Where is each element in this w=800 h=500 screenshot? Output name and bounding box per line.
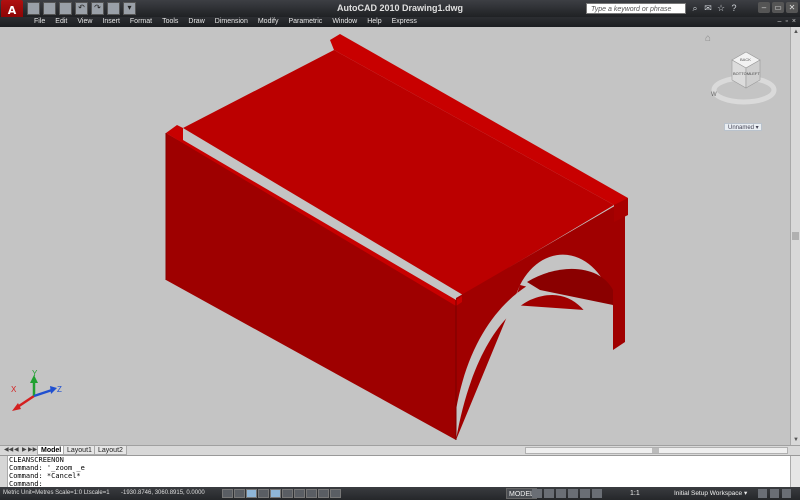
coordinates-readout[interactable]: -1930.8746, 3060.8915, 0.0000 — [121, 487, 205, 500]
menu-modify[interactable]: Modify — [253, 17, 284, 27]
command-scrollbar[interactable] — [790, 456, 800, 488]
menu-parametric[interactable]: Parametric — [283, 17, 327, 27]
menu-insert[interactable]: Insert — [97, 17, 125, 27]
menu-draw[interactable]: Draw — [183, 17, 209, 27]
favorites-icon[interactable]: ☆ — [716, 3, 726, 13]
polar-toggle-icon[interactable] — [258, 489, 269, 498]
drawing-viewport[interactable]: ⌂ BACK BOTTOM LEFT W Unnamed ▾ X Y Z — [0, 27, 790, 445]
isolate-objects-icon[interactable] — [770, 489, 779, 498]
scroll-down-arrow[interactable]: ▼ — [791, 435, 800, 445]
viewcube-compass-w: W — [711, 92, 717, 98]
menu-file[interactable]: File — [29, 17, 50, 27]
named-view-label: Unnamed — [728, 125, 755, 131]
menu-format[interactable]: Format — [125, 17, 157, 27]
grid-toggle-icon[interactable] — [234, 489, 245, 498]
ucs-icon: X Y Z — [11, 370, 62, 411]
zoom-icon[interactable] — [568, 489, 578, 498]
infocenter-icons: ⌕ ✉ ☆ ? — [690, 3, 739, 13]
window-controls: – ▭ ✕ — [758, 2, 798, 13]
viewcube-front-label: BOTTOM — [733, 71, 750, 76]
command-line: Command: *Cancel* — [9, 472, 81, 480]
scroll-up-arrow[interactable]: ▲ — [791, 27, 800, 37]
viewcube-side-label: LEFT — [750, 71, 760, 76]
annotation-scale[interactable]: 1:1 — [630, 487, 640, 500]
drafting-toggles — [222, 489, 341, 498]
home-icon[interactable]: ⌂ — [705, 33, 711, 44]
communication-icon[interactable]: ✉ — [703, 3, 713, 13]
viewcube[interactable]: BACK BOTTOM LEFT W — [708, 48, 778, 110]
workspace-switcher[interactable]: Initial Setup Workspace ▾ — [674, 487, 747, 500]
vertical-scrollbar[interactable]: ▲ ▼ — [790, 27, 800, 445]
menu-tools[interactable]: Tools — [157, 17, 183, 27]
menu-window[interactable]: Window — [327, 17, 362, 27]
otrack-toggle-icon[interactable] — [282, 489, 293, 498]
restore-button[interactable]: ▭ — [772, 2, 784, 13]
tab-first-icon[interactable]: ◀◀ — [4, 446, 13, 455]
showmotion-icon[interactable] — [592, 489, 602, 498]
horizontal-scrollbar[interactable] — [525, 447, 788, 454]
menu-dimension[interactable]: Dimension — [210, 17, 253, 27]
menu-view[interactable]: View — [72, 17, 97, 27]
tab-layout2[interactable]: Layout2 — [94, 446, 127, 455]
command-history: CLEANSCREENON Command: '_zoom _e Command: … — [9, 456, 85, 488]
navigation-icons — [532, 489, 602, 498]
command-grip[interactable] — [0, 456, 8, 488]
qp-toggle-icon[interactable] — [330, 489, 341, 498]
status-tray-icons — [758, 489, 791, 498]
close-button[interactable]: ✕ — [786, 2, 798, 13]
lwt-toggle-icon[interactable] — [318, 489, 329, 498]
lock-icon[interactable] — [758, 489, 767, 498]
ucs-x-label: X — [11, 385, 17, 394]
ortho-toggle-icon[interactable] — [246, 489, 257, 498]
layout-tabs-bar: ◀◀ ◀ ▶ ▶▶ Model Layout1 Layout2 — [0, 445, 800, 455]
ducs-toggle-icon[interactable] — [294, 489, 305, 498]
status-bar: Metric Unit=Metres Scale=1:0 Ltscale=1 -… — [0, 487, 800, 500]
viewport-named-view[interactable]: Unnamed ▾ — [724, 123, 762, 131]
osnap-toggle-icon[interactable] — [270, 489, 281, 498]
tab-prev-icon[interactable]: ◀ — [14, 446, 19, 455]
snap-toggle-icon[interactable] — [222, 489, 233, 498]
steeringwheel-icon[interactable] — [580, 489, 590, 498]
quick-view-drawings-icon[interactable] — [544, 489, 554, 498]
pan-icon[interactable] — [556, 489, 566, 498]
dyn-toggle-icon[interactable] — [306, 489, 317, 498]
viewcube-top-label: BACK — [740, 57, 751, 62]
search-icon[interactable]: ⌕ — [690, 3, 700, 13]
quick-view-layouts-icon[interactable] — [532, 489, 542, 498]
tab-last-icon[interactable]: ▶▶ — [28, 446, 37, 455]
units-readout: Metric Unit=Metres Scale=1:0 Ltscale=1 — [3, 490, 110, 496]
tab-model[interactable]: Model — [37, 446, 66, 455]
tab-next-icon[interactable]: ▶ — [22, 446, 27, 455]
command-window: CLEANSCREENON Command: '_zoom _e Command: … — [0, 455, 800, 488]
command-line: CLEANSCREENON — [9, 456, 64, 464]
doc-minimize-button[interactable]: – — [778, 17, 782, 27]
title-bar: A ↶ ↷ ▾ AutoCAD 2010 Drawing1.dwg Type a… — [0, 0, 800, 26]
command-line: Command: '_zoom _e — [9, 464, 85, 472]
doc-restore-button[interactable]: ▫ — [785, 17, 787, 27]
ucs-y-label: Y — [32, 370, 38, 378]
vertical-scroll-thumb[interactable] — [792, 232, 799, 240]
horizontal-scroll-thumb[interactable] — [652, 448, 659, 453]
menu-help[interactable]: Help — [362, 17, 386, 27]
help-icon[interactable]: ? — [729, 3, 739, 13]
document-window-controls: – ▫ × — [778, 17, 796, 27]
ucs-z-label: Z — [57, 385, 62, 394]
doc-close-button[interactable]: × — [792, 17, 796, 27]
minimize-button[interactable]: – — [758, 2, 770, 13]
clean-screen-icon[interactable] — [782, 489, 791, 498]
search-input[interactable]: Type a keyword or phrase — [586, 3, 686, 14]
model-3d-solid — [165, 34, 628, 440]
menu-bar: File Edit View Insert Format Tools Draw … — [0, 17, 800, 27]
tab-layout1[interactable]: Layout1 — [63, 446, 96, 455]
menu-edit[interactable]: Edit — [50, 17, 72, 27]
menu-express[interactable]: Express — [387, 17, 422, 27]
menu-items: File Edit View Insert Format Tools Draw … — [29, 17, 422, 27]
